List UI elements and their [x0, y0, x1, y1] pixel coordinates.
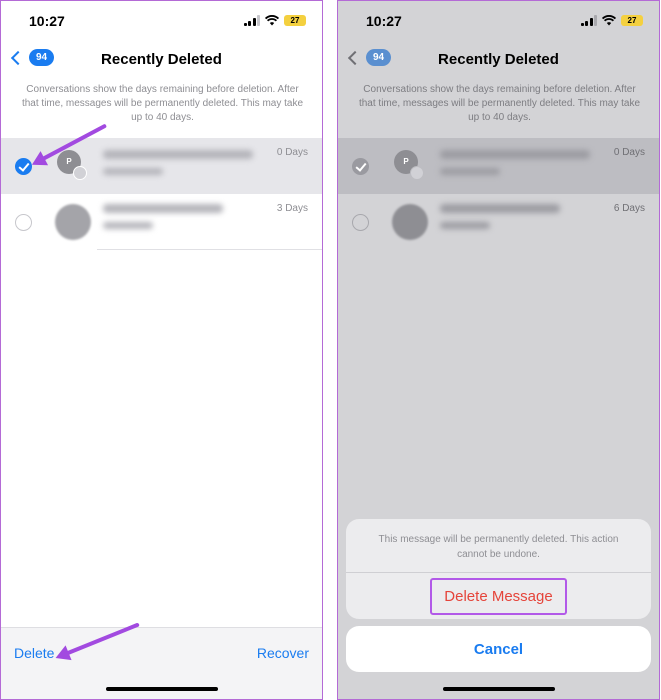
blurred-contact-name: [103, 150, 253, 159]
battery-icon: 27: [284, 15, 306, 26]
status-time: 10:27: [29, 13, 65, 29]
delete-button[interactable]: Delete: [14, 645, 54, 661]
avatar: [392, 204, 428, 240]
action-sheet-message: This message will be permanently deleted…: [346, 519, 651, 573]
blurred-preview: [440, 222, 490, 229]
status-icons: 27: [243, 15, 306, 26]
days-remaining: 6 Days: [613, 203, 645, 214]
contact-avatar-icon: [410, 166, 424, 180]
action-sheet: This message will be permanently deleted…: [346, 519, 651, 619]
conversation-row[interactable]: 3 Days: [1, 194, 322, 250]
cellular-signal-icon: [243, 15, 260, 26]
status-icons: 27: [580, 15, 643, 26]
selected-checkbox: [352, 158, 369, 175]
conversation-row: 6 Days: [338, 194, 659, 250]
home-indicator: [105, 687, 218, 691]
days-remaining: 0 Days: [613, 147, 645, 158]
deletion-info-text: Conversations show the days remaining be…: [358, 84, 641, 123]
action-sheet-row: Delete Message: [346, 573, 651, 619]
blurred-contact-name: [440, 204, 560, 213]
wifi-icon: [265, 15, 279, 26]
blurred-preview: [103, 222, 153, 229]
status-bar: 10:27 27: [338, 1, 659, 41]
row-divider: [97, 249, 322, 250]
unselected-checkbox: [352, 214, 369, 231]
page-title: Recently Deleted: [438, 51, 559, 68]
phone-screen-selection: 10:27 27 94 Recently Deleted Conversatio…: [0, 0, 323, 700]
navigation-bar: 94 Recently Deleted: [338, 45, 659, 75]
conversation-row[interactable]: P 0 Days: [1, 138, 322, 194]
deletion-info-text: Conversations show the days remaining be…: [21, 84, 304, 123]
contact-avatar-icon: [73, 166, 87, 180]
days-remaining: 3 Days: [276, 203, 308, 214]
unselected-checkbox[interactable]: [15, 214, 32, 231]
blurred-preview: [103, 168, 163, 175]
cancel-button[interactable]: Cancel: [346, 626, 651, 672]
delete-message-button[interactable]: Delete Message: [430, 577, 567, 615]
blurred-contact-name: [103, 204, 223, 213]
blurred-contact-name: [440, 150, 590, 159]
avatar: [55, 204, 91, 240]
phone-screen-confirmation: 10:27 27 94 Recently Deleted Conversatio…: [337, 0, 660, 700]
battery-icon: 27: [621, 15, 643, 26]
cellular-signal-icon: [580, 15, 597, 26]
days-remaining: 0 Days: [276, 147, 308, 158]
home-indicator: [442, 687, 555, 691]
conversation-row: P 0 Days: [338, 138, 659, 194]
bottom-toolbar: Delete Recover: [1, 627, 322, 699]
status-bar: 10:27 27: [1, 1, 322, 41]
status-time: 10:27: [366, 13, 402, 29]
wifi-icon: [602, 15, 616, 26]
comparison-stage: 10:27 27 94 Recently Deleted Conversatio…: [0, 0, 661, 700]
navigation-bar: 94 Recently Deleted: [1, 45, 322, 75]
page-title: Recently Deleted: [101, 51, 222, 68]
blurred-preview: [440, 168, 500, 175]
recover-button[interactable]: Recover: [257, 645, 309, 661]
